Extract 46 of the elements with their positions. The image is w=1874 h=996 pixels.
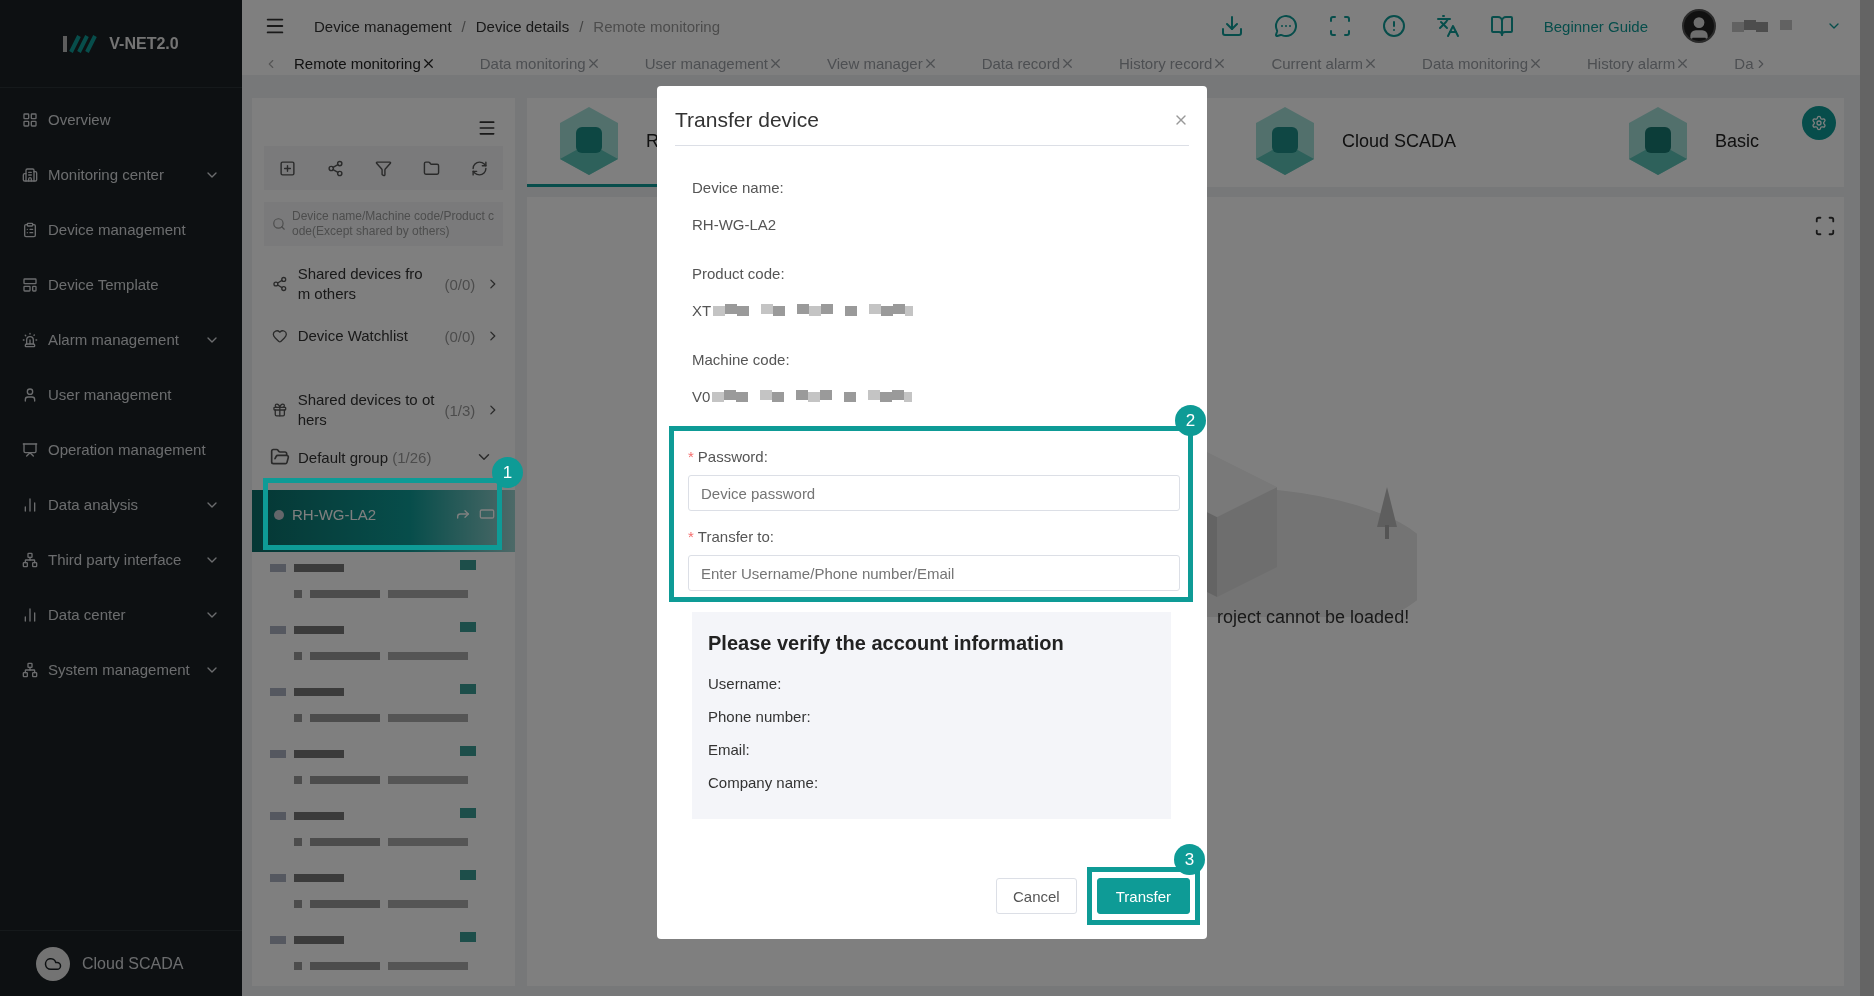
app-tab[interactable]: Cloud SCADA (1223, 98, 1596, 187)
field-value: V0 (692, 387, 711, 405)
input-field[interactable]: Device password (688, 475, 1180, 511)
required-mark: * (688, 527, 694, 545)
transfer-button[interactable]: Transfer (1096, 878, 1190, 914)
guide-link[interactable]: Beginner Guide (1543, 17, 1648, 35)
cancel-button[interactable]: Cancel (996, 878, 1077, 914)
nav-item[interactable]: Data center (0, 587, 242, 642)
dialog-title: Transfer device (675, 107, 819, 132)
required-mark: * (688, 447, 694, 465)
field-label: Machine code: (692, 349, 791, 370)
breadcrumb-separator: / (579, 17, 584, 35)
breadcrumb-link[interactable]: Device management (314, 17, 452, 35)
step-badge: 1 (492, 457, 523, 488)
app-tab[interactable]: Basic (1596, 98, 1796, 187)
nav-item[interactable]: Alarm management (0, 312, 242, 367)
input-label: Password: (697, 447, 768, 465)
field-label: Product code: (692, 263, 786, 284)
nav-item[interactable]: User management (0, 367, 242, 422)
verify-field: Email: (708, 733, 1155, 766)
field-label: Device name: (692, 177, 785, 198)
nav-item[interactable]: Device Template (0, 257, 242, 312)
field-value: RH-WG-LA2 (692, 215, 777, 233)
sidebar-footer[interactable]: Cloud SCADA (0, 930, 242, 996)
nav-item[interactable]: Overview (0, 92, 242, 147)
page-tab[interactable]: Remote monitoring (294, 55, 436, 72)
verify-field: Company name: (708, 766, 1155, 799)
verify-field: Username: (708, 667, 1155, 700)
nav-item[interactable]: System management (0, 642, 242, 697)
nav-item[interactable]: Device management (0, 202, 242, 257)
verify-field: Phone number: (708, 700, 1155, 733)
step-badge: 2 (1175, 405, 1206, 436)
nav-item[interactable]: Monitoring center (0, 147, 242, 202)
breadcrumb-separator: / (461, 17, 466, 35)
field-value: XT (692, 301, 712, 319)
step-badge: 3 (1174, 844, 1205, 875)
verify-title: Please verify the account information (708, 632, 1065, 655)
nav-item[interactable]: Third party interface (0, 532, 242, 587)
input-field[interactable]: Enter Username/Phone number/Email (688, 555, 1180, 591)
empty-message: roject cannot be loaded! (1217, 607, 1411, 628)
device-row[interactable]: RH-WG-LA2 (252, 490, 515, 552)
nav-item[interactable]: Operation management (0, 422, 242, 477)
breadcrumb-link[interactable]: Device details (475, 17, 570, 35)
logo-text: V-NET2.0 (109, 34, 179, 53)
input-label: Transfer to: (697, 527, 774, 545)
nav-item[interactable]: Data analysis (0, 477, 242, 532)
